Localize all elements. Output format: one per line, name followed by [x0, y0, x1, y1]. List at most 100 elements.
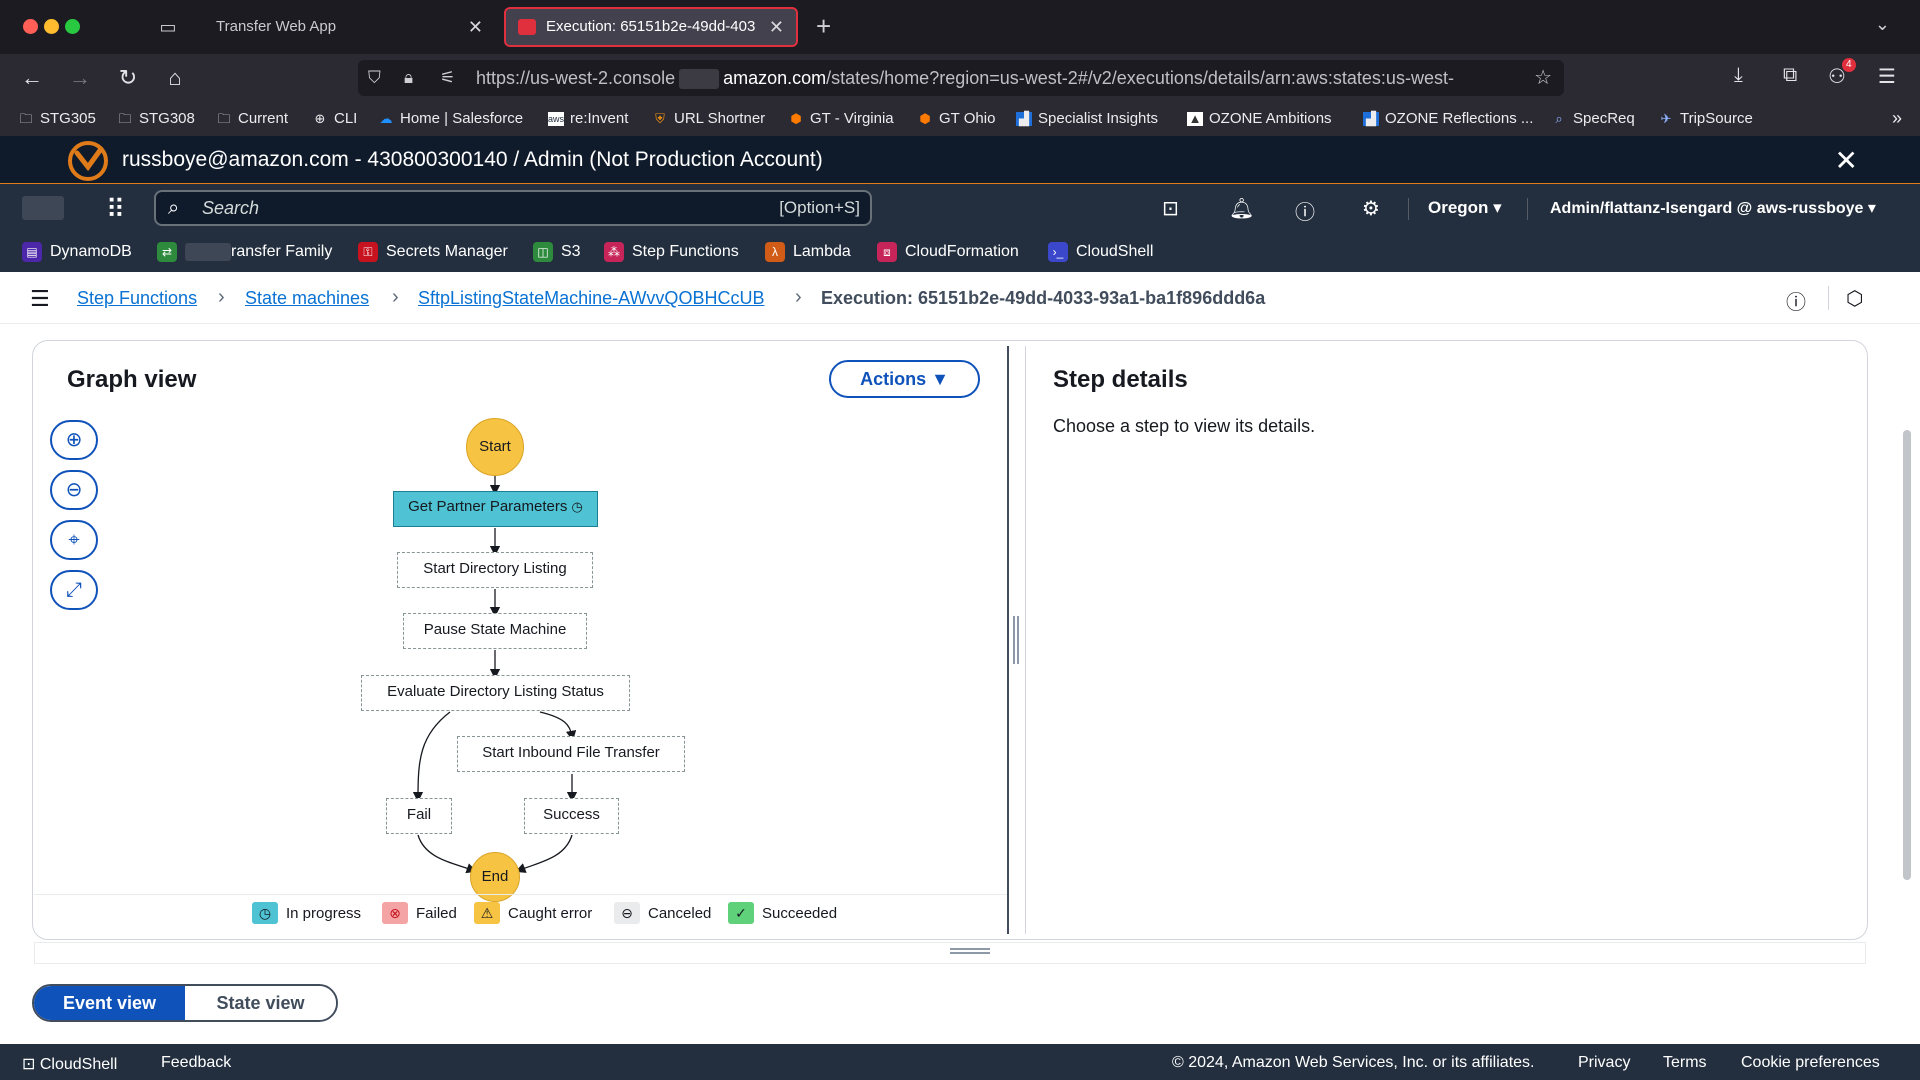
event-view-button[interactable]: Event view [34, 986, 185, 1020]
page-scrollbar[interactable] [1903, 430, 1911, 880]
shield-icon: ⛨ [655, 110, 665, 126]
services-grid-icon[interactable]: ⠿ [106, 194, 125, 225]
new-tab-icon[interactable]: + [816, 12, 831, 40]
close-icon[interactable]: ✕ [769, 9, 784, 45]
service-favorites-bar: ▤ DynamoDB ⇄ ransfer Family ⚿ Secrets Manag… [0, 232, 1920, 272]
bookmark-ozone-reflections[interactable]: ▟ OZONE Reflections ... [1363, 110, 1533, 127]
aws-logo[interactable] [22, 196, 64, 220]
globe-icon: ⊕ [314, 110, 326, 126]
bookmark-url-shortner[interactable]: ⛨ URL Shortner [652, 110, 765, 127]
favorite-lambda[interactable]: λ Lambda [765, 242, 851, 262]
favorite-step-functions[interactable]: ⁂ Step Functions [604, 242, 739, 262]
zoom-in-button[interactable]: ⊕ [50, 420, 98, 460]
close-icon[interactable]: ✕ [468, 7, 483, 47]
bookmark-current[interactable]: 🗀︎ Current [216, 110, 288, 127]
graph-node-evaluate-directory-listing-status[interactable]: Evaluate Directory Listing Status [361, 675, 630, 711]
help-icon[interactable]: ⓘ [1295, 196, 1315, 225]
info-icon[interactable]: ⓘ [1786, 286, 1806, 315]
step-functions-icon: ⁂ [604, 242, 624, 262]
favorite-s3[interactable]: ◫ S3 [533, 242, 581, 262]
fit-to-screen-button[interactable]: ⤢ [50, 570, 98, 610]
breadcrumb-step-functions[interactable]: Step Functions [77, 288, 197, 309]
close-icon[interactable]: ✕ [1835, 144, 1858, 177]
bookmark-tripsource[interactable]: ✈ TripSource [1658, 110, 1753, 127]
center-graph-button[interactable]: ⌖ [50, 520, 98, 560]
bookmark-stg305[interactable]: 🗀︎ STG305 [18, 110, 95, 127]
settings-hex-icon[interactable]: ⬡ [1846, 286, 1863, 311]
state-view-button[interactable]: State view [185, 986, 336, 1020]
horizontal-resize-handle[interactable] [950, 948, 990, 954]
favorite-secrets-manager[interactable]: ⚿ Secrets Manager [358, 242, 508, 262]
menu-icon[interactable]: ☰ [1878, 64, 1896, 89]
forward-arrow-icon[interactable]: → [66, 64, 94, 92]
hamburger-menu-icon[interactable]: ☰ [30, 286, 50, 312]
x-circle-icon: ⊗ [382, 902, 408, 924]
extensions-icon[interactable]: ⧉ [1783, 64, 1797, 87]
vertical-resize-handle[interactable] [1013, 616, 1019, 664]
zoom-out-button[interactable]: ⊖ [50, 470, 98, 510]
download-icon[interactable]: ⤓ [1734, 64, 1743, 87]
footer-privacy[interactable]: Privacy [1578, 1054, 1630, 1072]
graph-node-pause-state-machine[interactable]: Pause State Machine [403, 613, 587, 649]
bookmark-ozone-ambitions[interactable]: ▲ OZONE Ambitions [1187, 110, 1332, 127]
tab-transfer-web-app[interactable]: Transfer Web App ✕ [200, 7, 495, 47]
gear-icon[interactable]: ⚙ [1362, 196, 1380, 221]
bookmark-star-icon[interactable]: ☆ [1534, 60, 1552, 96]
cloudformation-icon: ⧈ [877, 242, 897, 262]
url-bar[interactable]: ⛉ 🔒︎ ⚟ https://us-west-2.console amazon.c… [358, 60, 1564, 96]
search-shortcut: [Option+S] [779, 198, 860, 217]
back-arrow-icon[interactable]: ← [18, 64, 46, 92]
graph-node-start[interactable]: Start [466, 418, 524, 476]
panel-split-divider [1007, 346, 1009, 934]
tab-execution[interactable]: Execution: 65151b2e-49dd-403 ✕ [504, 7, 798, 47]
window-zoom-button[interactable] [65, 19, 80, 34]
bookmark-salesforce[interactable]: ☁ Home | Salesforce [378, 110, 524, 127]
bookmark-gt-ohio[interactable]: ⬢ GT Ohio [917, 110, 995, 127]
chevron-double-right-icon[interactable]: » [1892, 108, 1902, 129]
chevron-down-icon[interactable]: ⌄ [1875, 14, 1890, 35]
bookmark-specialist-insights[interactable]: ▟ Specialist Insights [1016, 110, 1158, 127]
reload-icon[interactable]: ↻ [114, 64, 142, 92]
favorite-cloudshell[interactable]: ›_ CloudShell [1048, 242, 1153, 262]
region-selector[interactable]: Oregon ▾ [1428, 198, 1502, 218]
actions-dropdown-button[interactable]: Actions ▼ [829, 360, 980, 398]
bookmark-specreq[interactable]: ⌕ SpecReq [1551, 110, 1634, 127]
favorite-cloudformation[interactable]: ⧈ CloudFormation [877, 242, 1019, 262]
favorite-dynamodb[interactable]: ▤ DynamoDB [22, 242, 132, 262]
footer-terms[interactable]: Terms [1663, 1054, 1707, 1072]
shield-icon[interactable]: ⛉ [368, 60, 381, 96]
permissions-icon[interactable]: ⚟ [440, 60, 455, 96]
bookmark-stg308[interactable]: 🗀︎ STG308 [117, 110, 194, 127]
home-icon[interactable]: ⌂ [161, 64, 189, 92]
graph-node-get-partner-parameters[interactable]: Get Partner Parameters ◷ [393, 491, 598, 527]
bookmark-cli[interactable]: ⊕ CLI [312, 110, 358, 127]
footer-cloudshell[interactable]: ⊡ CloudShell [22, 1054, 117, 1074]
search-box[interactable]: ⌕ [Option+S] [154, 190, 872, 226]
cloudshell-icon[interactable]: ⊡ [1162, 196, 1179, 221]
graph-node-fail[interactable]: Fail [386, 798, 452, 834]
footer-cookie-preferences[interactable]: Cookie preferences [1741, 1054, 1880, 1072]
graph-node-success[interactable]: Success [524, 798, 619, 834]
account-menu[interactable]: Admin/flattanz-Isengard @ aws-russboye ▾ [1550, 198, 1876, 218]
footer-feedback[interactable]: Feedback [161, 1054, 231, 1072]
tab-list-icon[interactable]: ▭ [156, 15, 180, 39]
bookmark-gt-virginia[interactable]: ⬢ GT - Virginia [788, 110, 893, 127]
graph-node-start-directory-listing[interactable]: Start Directory Listing [397, 552, 593, 588]
window-close-button[interactable] [23, 19, 38, 34]
window-minimize-button[interactable] [44, 19, 59, 34]
graph-node-start-inbound-file-transfer[interactable]: Start Inbound File Transfer [457, 736, 685, 772]
extension-badge: 4 [1842, 58, 1856, 72]
breadcrumb-state-machines[interactable]: State machines [245, 288, 369, 309]
bookmark-reinvent[interactable]: aws re:Invent [548, 110, 628, 127]
legend-in-progress: ◷ In progress [252, 902, 361, 924]
step-details-description: Choose a step to view its details. [1053, 416, 1316, 436]
lock-icon[interactable]: 🔒︎ [404, 60, 413, 96]
extension-badge-icon[interactable]: ⚇ 4 [1828, 58, 1856, 89]
browser-nav-bar: ← → ↻ ⌂ ⛉ 🔒︎ ⚟ https://us-west-2.console… [0, 54, 1920, 102]
account-banner-text: russboye@amazon.com - 430800300140 / Adm… [122, 148, 823, 171]
breadcrumb-state-machine[interactable]: SftpListingStateMachine-AWvvQOBHCcUB [418, 288, 764, 309]
favorite-transfer-family[interactable]: ⇄ ransfer Family [157, 242, 332, 262]
bell-icon[interactable]: 🔔︎ [1229, 196, 1254, 221]
search-input[interactable] [202, 192, 722, 224]
step-functions-icon [518, 19, 536, 35]
